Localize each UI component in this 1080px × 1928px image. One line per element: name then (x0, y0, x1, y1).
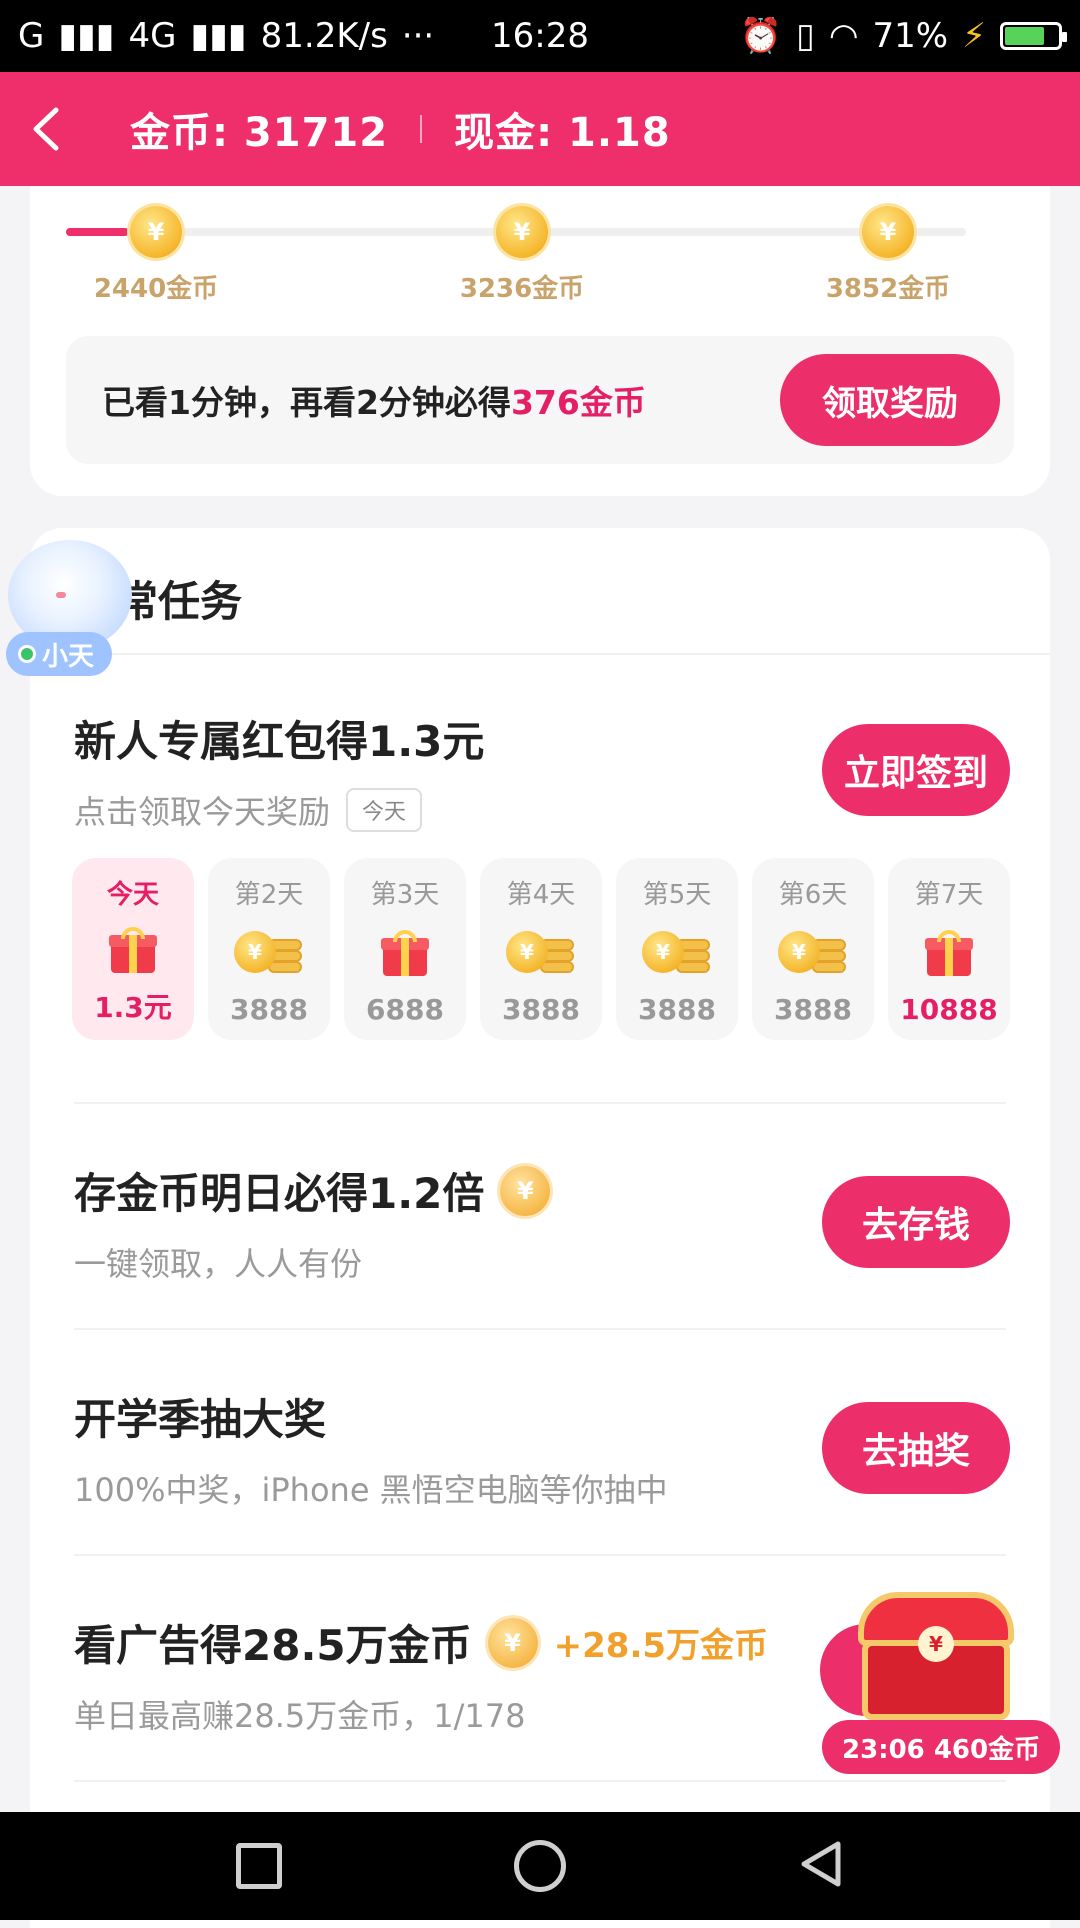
divider (74, 1102, 1006, 1104)
today-tag: 今天 (346, 788, 423, 832)
triangle-back-icon (801, 1841, 841, 1887)
back-button[interactable] (0, 72, 90, 186)
watch-info-text: 已看1分钟，再看2分钟必得376金币 (102, 376, 646, 424)
coin-icon: ¥ (130, 206, 182, 258)
divider (74, 1554, 1006, 1556)
task-title-text: 存金币明日必得1.2倍 (74, 1169, 485, 1218)
network-type: G (18, 16, 45, 56)
gift-icon (925, 930, 973, 976)
clock: 16:28 (491, 16, 589, 56)
coin-balance: 金币: 31712 (130, 110, 389, 156)
coin-icon: ¥ (500, 1165, 551, 1216)
status-left: G ▮▮▮ 4G ▮▮▮ 81.2K/s ··· (18, 16, 434, 56)
home-button[interactable] (514, 1840, 566, 1892)
task-subtitle-text: 点击领取今天奖励 (74, 793, 331, 831)
day-card[interactable]: 第7天 10888 (888, 858, 1010, 1040)
day-card[interactable]: 第6天 ¥ 3888 (752, 858, 874, 1040)
battery-percent: 71% (872, 16, 949, 56)
battery-icon (1000, 22, 1067, 50)
milestone-label: 2440金币 (93, 274, 219, 304)
day-card[interactable]: 第5天 ¥ 3888 (616, 858, 738, 1040)
milestone-1: ¥ 2440金币 (86, 206, 226, 305)
claim-reward-button[interactable]: 领取奖励 (780, 354, 1000, 446)
treasure-chest-widget[interactable]: ¥ 23:06 460金币 (820, 1592, 1061, 1774)
lottery-task: 开学季抽大奖 100%中奖，iPhone 黑悟空电脑等你抽中 去抽奖 (74, 1386, 1010, 1511)
coin-icon: ¥ (496, 206, 548, 258)
day-reward: 3888 (502, 993, 580, 1026)
day-reward: 10888 (900, 993, 998, 1026)
milestone-label: 3852金币 (825, 274, 951, 304)
signin-task: 新人专属红包得1.3元 点击领取今天奖励 今天 立即签到 (74, 708, 1010, 833)
divider (30, 653, 1050, 655)
coins-icon: ¥ (778, 929, 848, 975)
day-reward: 3888 (774, 993, 852, 1026)
signin-button[interactable]: 立即签到 (822, 724, 1010, 816)
status-bar: G ▮▮▮ 4G ▮▮▮ 81.2K/s ··· 16:28 ⏰ ▯ ◠ 71%… (0, 0, 1080, 72)
lottery-button[interactable]: 去抽奖 (822, 1402, 1010, 1494)
coin-icon: ¥ (487, 1617, 538, 1668)
coins-icon: ¥ (642, 929, 712, 975)
day-card[interactable]: 第3天 6888 (344, 858, 466, 1040)
day-label: 第7天 (914, 880, 984, 910)
watch-info-reward: 376金币 (510, 383, 646, 422)
charging-icon: ⚡ (962, 16, 986, 56)
save-coins-task: 存金币明日必得1.2倍 ¥ 一键领取，人人有份 去存钱 (74, 1160, 1010, 1285)
treasure-chest-icon: ¥ (852, 1592, 1022, 1722)
day-reward: 1.3元 (94, 991, 172, 1024)
day-label: 第4天 (506, 880, 576, 910)
day-label: 第6天 (778, 880, 848, 910)
gift-icon (109, 926, 157, 973)
assistant-widget[interactable]: 小天 (0, 540, 140, 680)
day-label: 第5天 (642, 880, 712, 910)
wifi-icon: ◠ (828, 16, 859, 56)
day-label: 今天 (106, 880, 159, 910)
day-label: 第2天 (234, 880, 304, 910)
system-nav-bar (0, 1812, 1080, 1920)
gift-icon (381, 930, 429, 976)
coin-icon: ¥ (862, 206, 914, 258)
coins-icon: ¥ (506, 929, 576, 975)
milestone-label: 3236金币 (459, 274, 585, 304)
day-reward: 3888 (230, 993, 308, 1026)
recents-button[interactable] (236, 1843, 282, 1889)
reward-amount: +28.5万金币 (553, 1626, 769, 1666)
more-icon: ··· (401, 16, 435, 56)
network-speed: 81.2K/s (260, 16, 388, 56)
day-label: 第3天 (370, 880, 440, 910)
task-title-text: 看广告得28.5万金币 (74, 1621, 472, 1670)
signin-days: 今天 1.3元 第2天 ¥ 3888 第3天 6888 第4天 ¥ 3888 第… (72, 858, 1010, 1040)
day-reward: 6888 (366, 993, 444, 1026)
assistant-tag: 小天 (6, 632, 113, 676)
save-coins-button[interactable]: 去存钱 (822, 1176, 1010, 1268)
signal-icon: ▮▮▮ (190, 16, 247, 56)
day-card[interactable]: 第4天 ¥ 3888 (480, 858, 602, 1040)
watch-info-bar: 已看1分钟，再看2分钟必得376金币 领取奖励 (66, 336, 1014, 464)
day-card[interactable]: 第2天 ¥ 3888 (208, 858, 330, 1040)
cash-balance: 现金: 1.18 (454, 110, 671, 156)
assistant-name: 小天 (42, 641, 95, 672)
online-dot-icon (18, 645, 36, 663)
milestone-3: ¥ 3852金币 (818, 206, 958, 305)
watch-progress-card: ¥ 2440金币 ¥ 3236金币 ¥ 3852金币 已看1分钟，再看2分钟必得… (30, 186, 1050, 496)
milestone-2: ¥ 3236金币 (452, 206, 592, 305)
header-bar: 金币: 31712 现金: 1.18 (0, 72, 1080, 196)
chevron-left-icon (33, 107, 59, 151)
alarm-icon: ⏰ (739, 16, 783, 56)
back-nav-button[interactable] (798, 1839, 844, 1893)
vibrate-icon: ▯ (796, 16, 815, 56)
divider (74, 1328, 1006, 1330)
divider (74, 1780, 1006, 1782)
signal-icon: ▮▮▮ (58, 16, 115, 56)
status-right: ⏰ ▯ ◠ 71% ⚡ (739, 16, 1067, 56)
watch-info-prefix: 已看1分钟，再看2分钟必得 (102, 383, 511, 422)
coins-icon: ¥ (234, 929, 304, 975)
day-reward: 3888 (638, 993, 716, 1026)
day-card[interactable]: 今天 1.3元 (72, 858, 194, 1040)
header-divider (420, 115, 423, 143)
chest-timer: 23:06 460金币 (822, 1720, 1061, 1774)
network-type-4g: 4G (128, 16, 177, 56)
